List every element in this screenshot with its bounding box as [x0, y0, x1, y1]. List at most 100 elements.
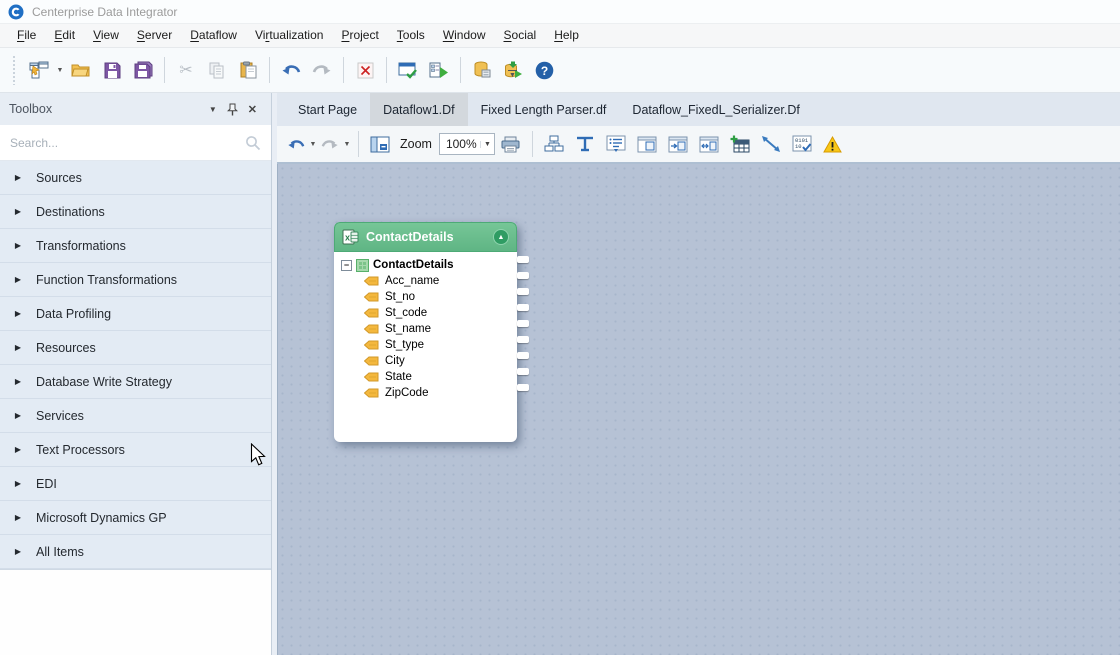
tab-dataflow-fixedl-serializer[interactable]: Dataflow_FixedL_Serializer.Df: [619, 93, 812, 126]
contactdetails-node-header[interactable]: x ContactDetails ▲: [334, 222, 517, 252]
output-port[interactable]: [517, 368, 529, 375]
toolbar-separator: [269, 57, 270, 83]
new-document-button[interactable]: [24, 55, 54, 85]
menu-server[interactable]: Server: [128, 24, 181, 47]
print-button[interactable]: [496, 129, 526, 159]
copy-button[interactable]: [202, 55, 232, 85]
menu-edit[interactable]: Edit: [45, 24, 84, 47]
tab-fixed-length-parser[interactable]: Fixed Length Parser.df: [468, 93, 620, 126]
warning-button[interactable]: [818, 129, 848, 159]
layout-panel-button[interactable]: [365, 129, 395, 159]
save-button[interactable]: [97, 55, 127, 85]
field-label: State: [385, 371, 412, 383]
menu-file[interactable]: File: [8, 24, 45, 47]
close-icon[interactable]: ✕: [243, 103, 262, 116]
new-document-icon: [29, 61, 49, 79]
toolbox-item-resources[interactable]: ▶Resources: [0, 331, 271, 365]
paste-icon: [240, 61, 257, 79]
toolbox-search-input[interactable]: [10, 136, 245, 150]
toolbox-item-label: Function Transformations: [36, 273, 177, 287]
verify-button[interactable]: [393, 55, 423, 85]
window-resize-button[interactable]: [694, 129, 724, 159]
field-row-st-code[interactable]: St_code: [341, 305, 517, 321]
database-job-button[interactable]: [467, 55, 497, 85]
df-undo-button[interactable]: [285, 129, 307, 159]
data-preview-icon: 010110: [792, 135, 812, 153]
output-port[interactable]: [517, 320, 529, 327]
window-panel-button[interactable]: [632, 129, 662, 159]
df-redo-button[interactable]: [319, 129, 341, 159]
zoom-combobox[interactable]: 100% ▼: [439, 133, 495, 155]
output-port[interactable]: [517, 272, 529, 279]
window-arrow-button[interactable]: [663, 129, 693, 159]
output-port[interactable]: [517, 384, 529, 391]
toolbox-item-all-items[interactable]: ▶All Items: [0, 535, 271, 569]
toolbox-item-data-profiling[interactable]: ▶Data Profiling: [0, 297, 271, 331]
save-all-button[interactable]: [128, 55, 158, 85]
field-row-st-type[interactable]: St_type: [341, 337, 517, 353]
auto-layout-button[interactable]: [539, 129, 569, 159]
toolbar-overflow-icon[interactable]: ▼: [508, 70, 517, 79]
new-document-dropdown[interactable]: ▼: [55, 67, 65, 74]
open-button[interactable]: [66, 55, 96, 85]
draw-link-button[interactable]: [756, 129, 786, 159]
zoom-label: Zoom: [400, 137, 432, 151]
dataflow-canvas[interactable]: x ContactDetails ▲ − ContactDetails Acc_…: [277, 164, 1120, 655]
menu-tools[interactable]: Tools: [388, 24, 434, 47]
menu-window[interactable]: Window: [434, 24, 495, 47]
field-row-state[interactable]: State: [341, 369, 517, 385]
toolbox-item-database-write-strategy[interactable]: ▶Database Write Strategy: [0, 365, 271, 399]
tree-root-row[interactable]: − ContactDetails: [341, 257, 517, 273]
df-redo-dropdown[interactable]: ▼: [342, 141, 352, 148]
cut-button[interactable]: ✂: [171, 55, 201, 85]
expand-list-button[interactable]: [601, 129, 631, 159]
align-top-button[interactable]: [570, 129, 600, 159]
menu-view[interactable]: View: [84, 24, 128, 47]
add-table-button[interactable]: [725, 129, 755, 159]
field-row-city[interactable]: City: [341, 353, 517, 369]
field-row-st-name[interactable]: St_name: [341, 321, 517, 337]
menu-dataflow[interactable]: Dataflow: [181, 24, 246, 47]
tab-start-page[interactable]: Start Page: [285, 93, 370, 126]
collapse-up-icon[interactable]: ▲: [493, 229, 509, 245]
toolbox-item-sources[interactable]: ▶Sources: [0, 161, 271, 195]
output-port[interactable]: [517, 304, 529, 311]
data-preview-button[interactable]: 010110: [787, 129, 817, 159]
tab-dataflow1[interactable]: Dataflow1.Df: [370, 93, 468, 126]
menu-social[interactable]: Social: [495, 24, 546, 47]
delete-icon: [357, 62, 374, 79]
pin-icon[interactable]: [222, 103, 243, 116]
contactdetails-node[interactable]: x ContactDetails ▲ − ContactDetails Acc_…: [334, 222, 517, 442]
toolbox-item-label: Destinations: [36, 205, 105, 219]
expand-arrow-icon: ▶: [0, 275, 36, 284]
toolbox-item-services[interactable]: ▶Services: [0, 399, 271, 433]
document-area: Start Page Dataflow1.Df Fixed Length Par…: [277, 93, 1120, 655]
field-row-st-no[interactable]: St_no: [341, 289, 517, 305]
output-port[interactable]: [517, 336, 529, 343]
run-dataflow-button[interactable]: [424, 55, 454, 85]
menu-help[interactable]: Help: [545, 24, 588, 47]
output-port[interactable]: [517, 256, 529, 263]
toolbox-item-transformations[interactable]: ▶Transformations: [0, 229, 271, 263]
menu-project[interactable]: Project: [332, 24, 387, 47]
paste-button[interactable]: [233, 55, 263, 85]
field-row-acc-name[interactable]: Acc_name: [341, 273, 517, 289]
chevron-down-icon[interactable]: ▼: [204, 105, 222, 114]
redo-button[interactable]: [307, 55, 337, 85]
toolbox-item-label: EDI: [36, 477, 57, 491]
df-undo-dropdown[interactable]: ▼: [308, 141, 318, 148]
collapse-minus-icon[interactable]: −: [341, 260, 352, 271]
toolbox-item-function-transformations[interactable]: ▶Function Transformations: [0, 263, 271, 297]
toolbar-grip[interactable]: [12, 55, 17, 85]
menu-virtualization[interactable]: Virtualization: [246, 24, 333, 47]
output-port[interactable]: [517, 352, 529, 359]
toolbox-item-edi[interactable]: ▶EDI: [0, 467, 271, 501]
output-port[interactable]: [517, 288, 529, 295]
toolbox-item-text-processors[interactable]: ▶Text Processors: [0, 433, 271, 467]
toolbox-item-destinations[interactable]: ▶Destinations: [0, 195, 271, 229]
field-row-zipcode[interactable]: ZipCode: [341, 385, 517, 401]
help-button[interactable]: ?: [529, 55, 559, 85]
toolbox-item-microsoft-dynamics-gp[interactable]: ▶Microsoft Dynamics GP: [0, 501, 271, 535]
delete-button[interactable]: [350, 55, 380, 85]
undo-button[interactable]: [276, 55, 306, 85]
